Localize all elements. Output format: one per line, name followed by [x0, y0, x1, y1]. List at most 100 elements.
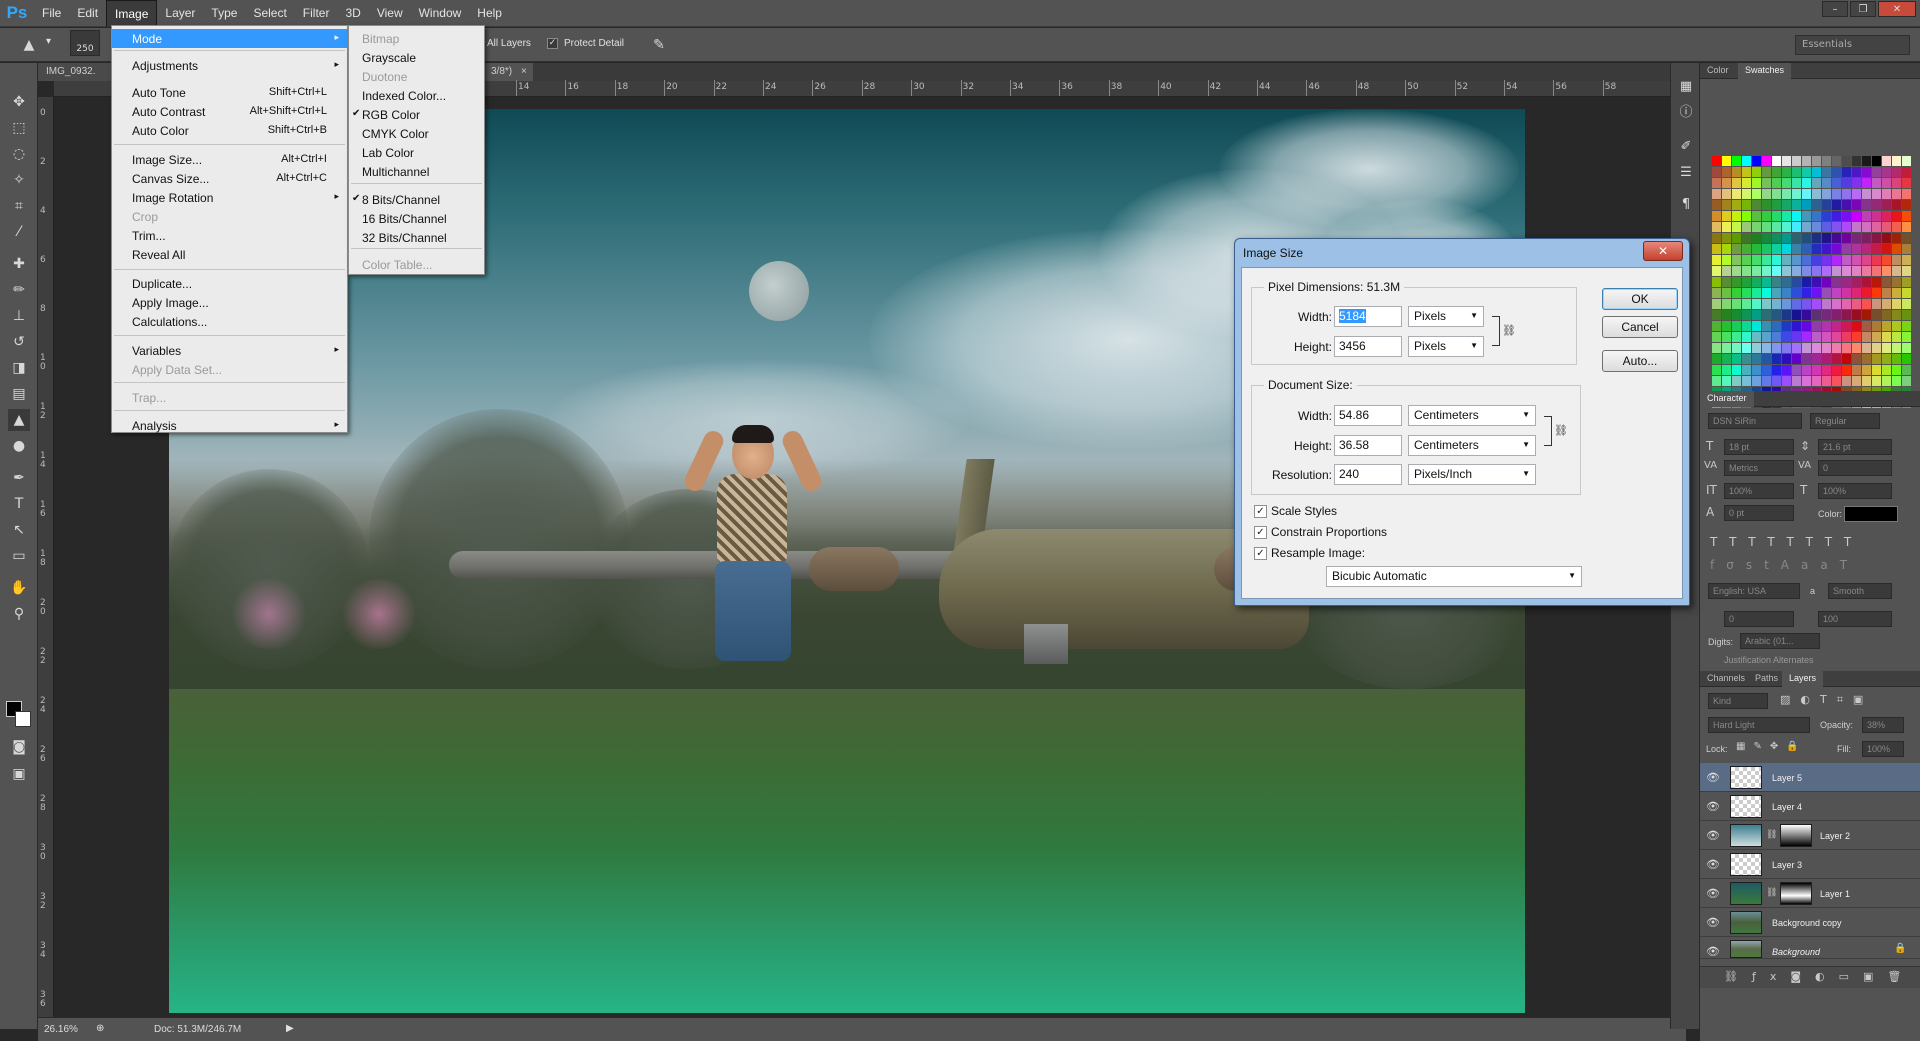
swatch[interactable]: [1762, 200, 1771, 210]
swatch[interactable]: [1722, 332, 1731, 342]
swatch[interactable]: [1892, 288, 1901, 298]
hand-tool-icon[interactable]: ✋: [8, 577, 30, 599]
quick-mask-icon[interactable]: ◙: [8, 736, 30, 758]
swatch[interactable]: [1812, 244, 1821, 254]
swatch[interactable]: [1762, 376, 1771, 386]
swatch[interactable]: [1742, 244, 1751, 254]
swatch[interactable]: [1762, 299, 1771, 309]
swatch[interactable]: [1822, 332, 1831, 342]
info-panel-icon[interactable]: ⓘ: [1676, 103, 1696, 123]
swatch[interactable]: [1882, 299, 1891, 309]
image-menu-item-calculations[interactable]: Calculations...: [112, 312, 347, 331]
swatch[interactable]: [1892, 365, 1901, 375]
swatch[interactable]: [1832, 321, 1841, 331]
swatch[interactable]: [1782, 244, 1791, 254]
swatch[interactable]: [1862, 376, 1871, 386]
auto-button[interactable]: Auto...: [1602, 350, 1678, 372]
image-menu-item-mode[interactable]: Mode ▸: [112, 29, 347, 48]
swatch[interactable]: [1742, 332, 1751, 342]
image-menu-item-image-size[interactable]: Image Size... Alt+Ctrl+I: [112, 150, 347, 169]
sharpen-tool-icon[interactable]: ▲: [8, 409, 30, 431]
document-size-info[interactable]: Doc: 51.3M/246.7M: [154, 1024, 241, 1035]
swatch[interactable]: [1732, 266, 1741, 276]
swatch[interactable]: [1852, 365, 1861, 375]
menu-help[interactable]: Help: [469, 0, 510, 27]
character-field-right[interactable]: 100: [1818, 611, 1892, 627]
swatch[interactable]: [1792, 321, 1801, 331]
swatch[interactable]: [1802, 354, 1811, 364]
swatch[interactable]: [1722, 277, 1731, 287]
swatch[interactable]: [1772, 200, 1781, 210]
close-window-button[interactable]: ✕: [1878, 1, 1916, 17]
swatch[interactable]: [1822, 255, 1831, 265]
swatch[interactable]: [1772, 299, 1781, 309]
swatch[interactable]: [1752, 332, 1761, 342]
swatch[interactable]: [1892, 156, 1901, 166]
swatch[interactable]: [1872, 343, 1881, 353]
image-menu-item-trim[interactable]: Trim...: [112, 226, 347, 245]
swatch[interactable]: [1872, 156, 1881, 166]
swatch[interactable]: [1822, 189, 1831, 199]
swatch[interactable]: [1762, 288, 1771, 298]
vertical-ruler[interactable]: 0 2 4 6 8 1 0 1 2 1 4 1 6 1 8 2 0 2 2 2 4 2 6 2 8 3 0 3 …: [38, 97, 54, 1017]
swatch[interactable]: [1872, 233, 1881, 243]
swatch[interactable]: [1712, 266, 1721, 276]
swatch[interactable]: [1892, 222, 1901, 232]
doc-width-input[interactable]: 54.86: [1334, 405, 1402, 426]
menu-edit[interactable]: Edit: [69, 0, 106, 27]
history-panel-icon[interactable]: ▦: [1676, 77, 1696, 97]
character-field-left[interactable]: 0: [1724, 611, 1794, 627]
swatch[interactable]: [1712, 255, 1721, 265]
swatch[interactable]: [1722, 200, 1731, 210]
leading-field[interactable]: 21.6 pt: [1818, 439, 1892, 455]
swatch[interactable]: [1862, 299, 1871, 309]
digits-select[interactable]: Arabic (01...: [1740, 633, 1820, 649]
swatch[interactable]: [1842, 255, 1851, 265]
swatch[interactable]: [1902, 233, 1911, 243]
swatch[interactable]: [1902, 310, 1911, 320]
swatch[interactable]: [1822, 178, 1831, 188]
image-menu-item-duplicate[interactable]: Duplicate...: [112, 274, 347, 293]
image-menu-item-adjustments[interactable]: Adjustments ▸: [112, 56, 347, 75]
swatch[interactable]: [1812, 376, 1821, 386]
swatch[interactable]: [1902, 277, 1911, 287]
swatch[interactable]: [1712, 178, 1721, 188]
swatch[interactable]: [1762, 255, 1771, 265]
cancel-button[interactable]: Cancel: [1602, 316, 1678, 338]
swatch[interactable]: [1832, 233, 1841, 243]
swatch[interactable]: [1902, 244, 1911, 254]
swatch[interactable]: [1712, 354, 1721, 364]
swatch[interactable]: [1802, 299, 1811, 309]
horizontal-scale-field[interactable]: 100%: [1818, 483, 1892, 499]
swatch[interactable]: [1862, 343, 1871, 353]
pen-tool-icon[interactable]: ✒: [8, 467, 30, 489]
blend-mode-select[interactable]: Hard Light: [1708, 717, 1810, 733]
swatch[interactable]: [1862, 156, 1871, 166]
swatch[interactable]: [1852, 266, 1861, 276]
swatch[interactable]: [1792, 310, 1801, 320]
resolution-unit-select[interactable]: Pixels/Inch ▼: [1408, 464, 1536, 485]
mode-menu-item-16-bits-channel[interactable]: 16 Bits/Channel: [349, 209, 484, 228]
status-info-icon[interactable]: ⊕: [96, 1023, 104, 1034]
swatch[interactable]: [1782, 178, 1791, 188]
brush-presets-icon[interactable]: ✐: [1676, 137, 1696, 157]
swatch[interactable]: [1862, 266, 1871, 276]
swatch[interactable]: [1722, 376, 1731, 386]
swatch[interactable]: [1852, 321, 1861, 331]
menu-file[interactable]: File: [34, 0, 69, 27]
layer-kind-filter[interactable]: Kind: [1708, 693, 1768, 709]
swatch[interactable]: [1782, 277, 1791, 287]
swatch[interactable]: [1842, 277, 1851, 287]
swatch[interactable]: [1872, 222, 1881, 232]
swatch[interactable]: [1852, 211, 1861, 221]
layer-mask-thumbnail[interactable]: [1780, 882, 1812, 905]
swatch[interactable]: [1872, 167, 1881, 177]
swatch[interactable]: [1762, 167, 1771, 177]
swatch[interactable]: [1832, 178, 1841, 188]
visibility-eye-icon[interactable]: 👁: [1706, 771, 1720, 784]
swatch[interactable]: [1842, 244, 1851, 254]
doc-height-unit-select[interactable]: Centimeters ▼: [1408, 435, 1536, 456]
swatch[interactable]: [1832, 277, 1841, 287]
mode-menu-item-lab-color[interactable]: Lab Color: [349, 143, 484, 162]
swatch[interactable]: [1712, 189, 1721, 199]
